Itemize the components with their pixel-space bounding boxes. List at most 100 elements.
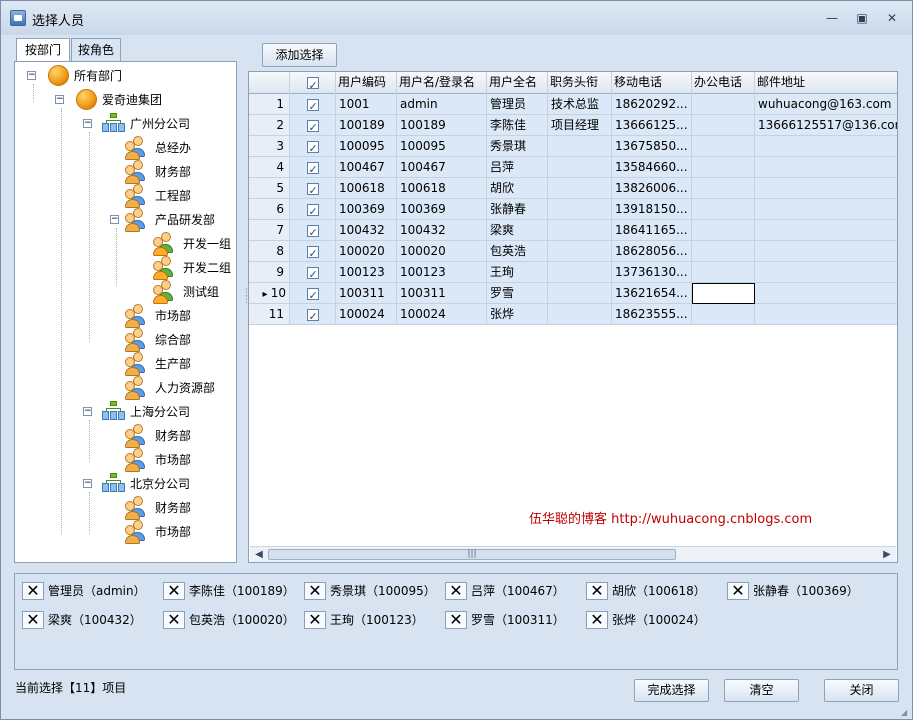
- mobile-cell[interactable]: 18620292...: [612, 94, 692, 115]
- login-cell[interactable]: 100369: [397, 199, 487, 220]
- scroll-left-icon[interactable]: ◀: [252, 548, 266, 562]
- table-row[interactable]: ▸ 10100311100311罗雪13621654...: [249, 283, 897, 304]
- add-selection-button[interactable]: 添加选择: [262, 43, 337, 67]
- login-cell[interactable]: 100024: [397, 304, 487, 325]
- table-row[interactable]: 3100095100095秀景琪13675850...: [249, 136, 897, 157]
- row-number[interactable]: 2: [249, 115, 290, 136]
- user-code-cell[interactable]: 100123: [336, 262, 397, 283]
- table-row[interactable]: 1 1001admin管理员技术总监18620292... wuhuacong@16…: [249, 94, 897, 115]
- row-number[interactable]: 9: [249, 262, 290, 283]
- header-user-code[interactable]: 用户编码: [336, 72, 397, 94]
- email-cell[interactable]: [755, 136, 897, 157]
- row-checkbox[interactable]: [290, 199, 336, 220]
- table-row[interactable]: 5100618100618胡欣13826006...: [249, 178, 897, 199]
- finish-selection-button[interactable]: 完成选择: [634, 679, 709, 702]
- office-phone-cell[interactable]: [692, 199, 755, 220]
- tree-node-dept[interactable]: 综合部: [125, 328, 225, 352]
- checkbox-icon[interactable]: [306, 244, 319, 261]
- title-cell[interactable]: [548, 136, 612, 157]
- row-checkbox[interactable]: [290, 241, 336, 262]
- tree-node-dept[interactable]: 财务部: [125, 160, 225, 184]
- mobile-cell[interactable]: 13621654...: [612, 283, 692, 304]
- user-code-cell[interactable]: 100432: [336, 220, 397, 241]
- tree-node-dept[interactable]: 财务部: [125, 496, 225, 520]
- tree-node-dept[interactable]: 市场部: [125, 448, 225, 472]
- checkbox-icon[interactable]: [306, 160, 319, 177]
- fullname-cell[interactable]: 秀景琪: [487, 136, 548, 157]
- row-checkbox[interactable]: [290, 136, 336, 157]
- fullname-cell[interactable]: 管理员: [487, 94, 548, 115]
- tree-node-shanghai[interactable]: − 上海分公司: [83, 400, 223, 424]
- user-code-cell[interactable]: 100618: [336, 178, 397, 199]
- tree-node-team[interactable]: 测试组: [153, 280, 233, 304]
- collapse-icon[interactable]: −: [27, 71, 36, 80]
- mobile-cell[interactable]: 18641165...: [612, 220, 692, 241]
- header-office-phone[interactable]: 办公电话: [692, 72, 755, 94]
- tree-node-team[interactable]: 开发一组: [153, 232, 233, 256]
- mobile-cell[interactable]: 13666125...: [612, 115, 692, 136]
- login-cell[interactable]: 100020: [397, 241, 487, 262]
- email-cell[interactable]: [755, 283, 897, 304]
- login-cell[interactable]: 100618: [397, 178, 487, 199]
- mobile-cell[interactable]: 13736130...: [612, 262, 692, 283]
- row-number[interactable]: 3: [249, 136, 290, 157]
- title-cell[interactable]: 项目经理: [548, 115, 612, 136]
- login-cell[interactable]: admin: [397, 94, 487, 115]
- office-phone-cell[interactable]: [692, 220, 755, 241]
- row-number[interactable]: ▸ 10: [249, 283, 290, 304]
- collapse-icon[interactable]: −: [110, 215, 119, 224]
- login-cell[interactable]: 100467: [397, 157, 487, 178]
- header-login[interactable]: 用户名/登录名: [397, 72, 487, 94]
- fullname-cell[interactable]: 张烨: [487, 304, 548, 325]
- mobile-cell[interactable]: 13918150...: [612, 199, 692, 220]
- department-tree[interactable]: − 所有部门 − 爱奇迪集团 − 广州分公司 总经办 财务部 工程部 − 产品研…: [14, 61, 237, 563]
- scroll-right-icon[interactable]: ▶: [880, 548, 894, 562]
- login-cell[interactable]: 100311: [397, 283, 487, 304]
- checkbox-icon[interactable]: [306, 181, 319, 198]
- row-checkbox[interactable]: [290, 283, 336, 304]
- office-phone-cell[interactable]: [692, 283, 755, 304]
- fullname-cell[interactable]: 吕萍: [487, 157, 548, 178]
- remove-selection-icon[interactable]: ✕: [586, 611, 608, 629]
- tree-node-root[interactable]: − 所有部门: [27, 64, 227, 88]
- row-checkbox[interactable]: [290, 115, 336, 136]
- collapse-icon[interactable]: −: [83, 407, 92, 416]
- remove-selection-icon[interactable]: ✕: [304, 582, 326, 600]
- table-row[interactable]: 7100432100432梁爽18641165...: [249, 220, 897, 241]
- table-row[interactable]: 8100020100020包英浩18628056...: [249, 241, 897, 262]
- fullname-cell[interactable]: 包英浩: [487, 241, 548, 262]
- email-cell[interactable]: [755, 262, 897, 283]
- select-all-checkbox[interactable]: [290, 72, 336, 94]
- close-button[interactable]: ✕: [883, 10, 901, 26]
- mobile-cell[interactable]: 18623555...: [612, 304, 692, 325]
- checkbox-icon[interactable]: [306, 75, 319, 94]
- row-number[interactable]: 8: [249, 241, 290, 262]
- tree-node-dept[interactable]: 生产部: [125, 352, 225, 376]
- tree-node-dept[interactable]: 人力资源部: [125, 376, 235, 400]
- tree-node-group[interactable]: − 爱奇迪集团: [55, 88, 225, 112]
- remove-selection-icon[interactable]: ✕: [445, 611, 467, 629]
- checkbox-icon[interactable]: [306, 97, 319, 114]
- tree-node-dept[interactable]: 市场部: [125, 304, 225, 328]
- table-row[interactable]: 4100467100467吕萍13584660...: [249, 157, 897, 178]
- row-checkbox[interactable]: [290, 262, 336, 283]
- office-phone-cell[interactable]: [692, 178, 755, 199]
- clear-button[interactable]: 清空: [724, 679, 799, 702]
- login-cell[interactable]: 100123: [397, 262, 487, 283]
- row-number[interactable]: 4: [249, 157, 290, 178]
- collapse-icon[interactable]: −: [83, 119, 92, 128]
- tree-node-beijing[interactable]: − 北京分公司: [83, 472, 223, 496]
- checkbox-icon[interactable]: [306, 265, 319, 282]
- title-cell[interactable]: [548, 262, 612, 283]
- remove-selection-icon[interactable]: ✕: [163, 611, 185, 629]
- mobile-cell[interactable]: 13826006...: [612, 178, 692, 199]
- tree-node-guangzhou[interactable]: − 广州分公司: [83, 112, 223, 136]
- user-code-cell[interactable]: 1001: [336, 94, 397, 115]
- fullname-cell[interactable]: 罗雪: [487, 283, 548, 304]
- title-cell[interactable]: [548, 157, 612, 178]
- tree-node-dept[interactable]: 总经办: [125, 136, 225, 160]
- row-number[interactable]: 5: [249, 178, 290, 199]
- row-number[interactable]: 7: [249, 220, 290, 241]
- table-row[interactable]: 11100024100024张烨18623555...: [249, 304, 897, 325]
- tree-node-team[interactable]: 开发二组: [153, 256, 233, 280]
